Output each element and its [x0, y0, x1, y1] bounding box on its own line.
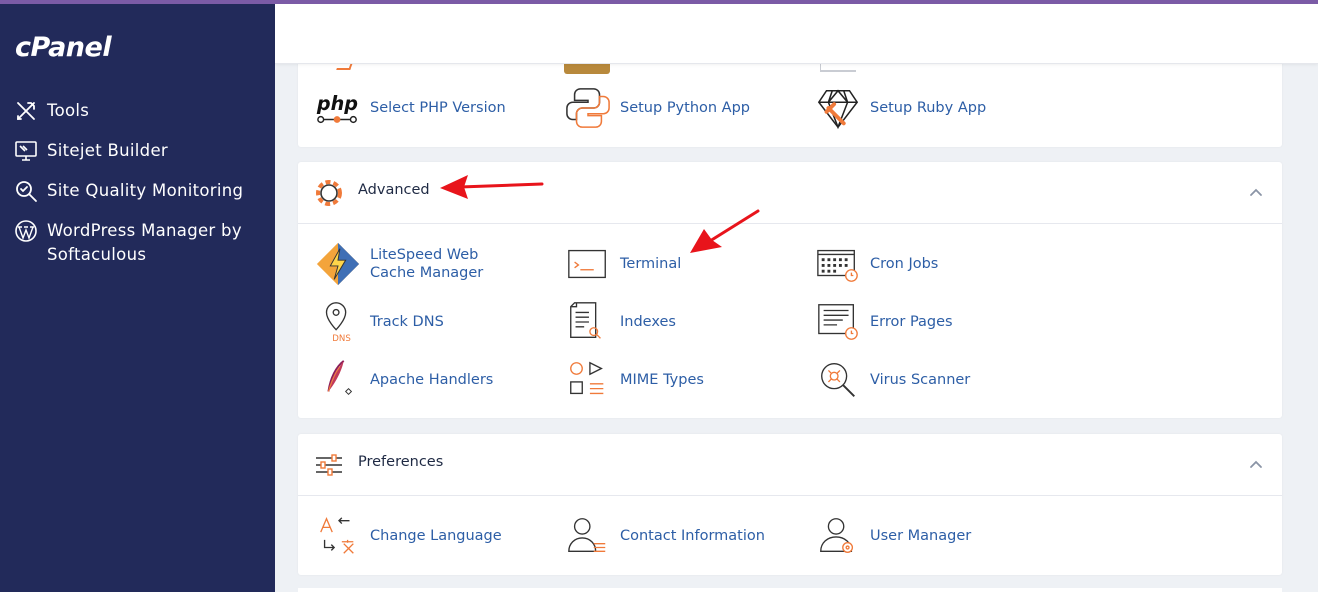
panel-title: Advanced [358, 182, 430, 198]
item-label: Setup Python App [620, 100, 751, 116]
indexes-item[interactable]: Indexes [564, 298, 676, 346]
panel-title: Preferences [358, 454, 444, 470]
litespeed-icon [314, 240, 362, 288]
item-label: Contact Information [620, 528, 765, 544]
cron-jobs-item[interactable]: Cron Jobs [814, 240, 938, 288]
item-label: Setup Ruby App [870, 100, 987, 116]
user-manager-item[interactable]: User Manager [814, 512, 971, 560]
setup-python-app-item[interactable]: Setup Python App [564, 84, 750, 132]
wordpress-icon [14, 219, 38, 243]
advanced-panel: Advanced LiteSpeed Web Cache Manager Ter… [298, 162, 1282, 418]
chevron-up-icon[interactable] [1248, 456, 1264, 472]
translate-icon [314, 512, 362, 560]
sidebar-item-sitejet-builder[interactable]: Sitejet Builder [14, 139, 168, 163]
magnifier-check-icon [14, 179, 38, 203]
item-label: Terminal [620, 256, 682, 272]
sidebar: cPanel Tools Sitejet Builder Site Qualit… [0, 0, 275, 592]
item-label: Change Language [370, 528, 502, 544]
monitor-icon [14, 139, 38, 163]
terminal-icon [564, 240, 612, 288]
top-header [275, 4, 1318, 64]
sidebar-item-wordpress-manager[interactable]: WordPress Manager by Softaculous [14, 219, 254, 267]
feather-icon [314, 356, 362, 404]
top-accent-line [0, 0, 1318, 4]
map-pin-dns-icon: DNS [314, 298, 362, 346]
item-label: Select PHP Version [370, 100, 506, 116]
track-dns-item[interactable]: DNS Track DNS [314, 298, 444, 346]
next-panel-edge [298, 588, 1282, 592]
tools-icon [14, 99, 38, 123]
sidebar-item-tools[interactable]: Tools [14, 99, 89, 123]
virus-scanner-item[interactable]: Virus Scanner [814, 356, 970, 404]
item-label: Cron Jobs [870, 256, 939, 272]
calendar-clock-icon [814, 240, 862, 288]
preferences-panel: Preferences Change Language Contact Info… [298, 434, 1282, 575]
php-icon: php [314, 84, 362, 132]
apache-handlers-item[interactable]: Apache Handlers [314, 356, 493, 404]
terminal-item[interactable]: Terminal [564, 240, 681, 288]
python-icon [564, 84, 612, 132]
document-clock-icon [814, 298, 862, 346]
item-label: LiteSpeed Web Cache Manager [370, 247, 484, 281]
sidebar-item-label: Site Quality Monitoring [47, 181, 244, 200]
sidebar-item-label: WordPress Manager by Softaculous [47, 221, 242, 264]
cpanel-logo[interactable]: cPanel [15, 32, 112, 63]
svg-text:DNS: DNS [332, 334, 351, 344]
gear-icon [314, 178, 344, 208]
mime-types-item[interactable]: MIME Types [564, 356, 704, 404]
change-language-item[interactable]: Change Language [314, 512, 502, 560]
document-search-icon [564, 298, 612, 346]
item-label: Apache Handlers [370, 372, 494, 388]
error-pages-item[interactable]: Error Pages [814, 298, 953, 346]
item-label: Error Pages [870, 314, 953, 330]
chevron-up-icon[interactable] [1248, 184, 1264, 200]
sidebar-item-label: Tools [47, 101, 90, 120]
item-label: Virus Scanner [870, 372, 971, 388]
sidebar-item-site-quality-monitoring[interactable]: Site Quality Monitoring [14, 179, 243, 203]
svg-text:php: php [316, 92, 358, 115]
item-label: User Manager [870, 528, 972, 544]
setup-ruby-app-item[interactable]: Setup Ruby App [814, 84, 986, 132]
contact-information-item[interactable]: Contact Information [564, 512, 765, 560]
virus-magnifier-icon [814, 356, 862, 404]
contact-card-icon [564, 512, 612, 560]
sidebar-item-label: Sitejet Builder [47, 141, 168, 160]
item-label: Indexes [620, 314, 676, 330]
ruby-gem-icon [814, 84, 862, 132]
sliders-icon [314, 450, 344, 480]
item-label: Track DNS [370, 314, 444, 330]
select-php-version-item[interactable]: php Select PHP Version [314, 84, 506, 132]
litespeed-cache-manager-item[interactable]: LiteSpeed Web Cache Manager [314, 240, 520, 288]
shapes-icon [564, 356, 612, 404]
item-label: MIME Types [620, 372, 704, 388]
user-gear-icon [814, 512, 862, 560]
advanced-panel-header[interactable]: Advanced [298, 162, 1282, 224]
preferences-panel-header[interactable]: Preferences [298, 434, 1282, 496]
